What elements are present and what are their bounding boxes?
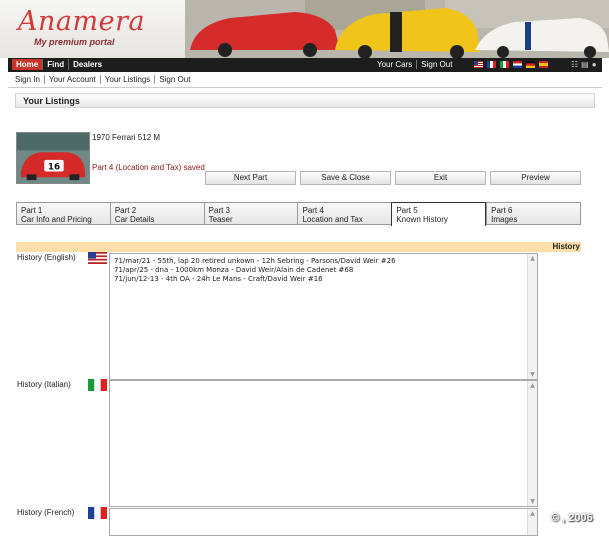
divider [8, 87, 602, 88]
next-part-button[interactable]: Next Part [205, 171, 296, 185]
scrollbar[interactable]: ▲ ▼ [527, 381, 537, 506]
us-flag-icon [88, 252, 107, 264]
tab-part-number: Part 4 [302, 206, 324, 215]
scroll-up-icon[interactable]: ▲ [528, 254, 537, 263]
us-flag-icon[interactable] [474, 61, 483, 68]
history-english-label: History (English) [17, 253, 76, 262]
scroll-down-icon[interactable]: ▼ [528, 370, 537, 379]
preview-button[interactable]: Preview [490, 171, 581, 185]
it-flag-icon [88, 379, 107, 391]
fr-flag-icon[interactable] [487, 61, 496, 68]
copyright: © , 2006 [551, 512, 593, 524]
subnav-sign-out[interactable]: Sign Out [155, 75, 194, 84]
de-flag-icon[interactable] [526, 61, 535, 68]
subnav-your-account[interactable]: Your Account [45, 75, 101, 84]
history-entry: 71/apr/25 - dna - 1000km Monza - David W… [114, 266, 354, 274]
tagline: My premium portal [34, 37, 115, 47]
logo[interactable]: Anamera [18, 6, 145, 37]
scrollbar[interactable]: ▲ ▼ [527, 254, 537, 379]
scroll-up-icon[interactable]: ▲ [528, 509, 537, 518]
tab-label: Car Info and Pricing [21, 215, 92, 224]
nav-dealers[interactable]: Dealers [69, 59, 106, 70]
status-message: Part 4 (Location and Tax) saved [92, 163, 205, 172]
tab-label: Images [491, 215, 518, 224]
history-english-textarea[interactable]: 71/mar/21 - 55th, lap 20 retired unkown … [109, 253, 538, 380]
nav-find[interactable]: Find [43, 59, 70, 70]
tab-label: Location and Tax [302, 215, 363, 224]
print-icon[interactable]: ▤ [581, 60, 589, 69]
sitemap-icon[interactable]: ☷ [571, 60, 578, 69]
history-french-textarea[interactable]: ▲ [109, 508, 538, 536]
top-navigation: Home Find Dealers Your Cars Sign Out ☷ ▤… [8, 58, 602, 72]
tab-part-4[interactable]: Part 4 Location and Tax [297, 202, 392, 225]
exit-button[interactable]: Exit [395, 171, 486, 185]
tab-part-number: Part 5 [396, 206, 418, 215]
tab-label: Known History [396, 215, 448, 224]
history-section-title: History [552, 242, 580, 251]
save-close-button[interactable]: Save & Close [300, 171, 391, 185]
part-tabs: Part 1 Car Info and Pricing Part 2 Car Det… [16, 202, 581, 226]
subnav-your-listings[interactable]: Your Listings [101, 75, 156, 84]
history-french-label: History (French) [17, 508, 75, 517]
fr-flag-icon [88, 507, 107, 519]
tab-label: Car Details [114, 215, 155, 224]
scroll-up-icon[interactable]: ▲ [528, 381, 537, 390]
nav-home[interactable]: Home [12, 59, 44, 70]
history-entry: 71/jun/12-13 - 4th OA - 24h Le Mans - Cr… [114, 275, 323, 283]
nl-flag-icon[interactable] [513, 61, 522, 68]
tab-part-number: Part 6 [491, 206, 513, 215]
nav-your-cars[interactable]: Your Cars [373, 60, 418, 69]
tab-part-2[interactable]: Part 2 Car Details [109, 202, 204, 225]
history-italian-label: History (Italian) [17, 380, 71, 389]
tab-part-number: Part 2 [114, 206, 137, 215]
tab-part-1[interactable]: Part 1 Car Info and Pricing [16, 202, 110, 225]
es-flag-icon[interactable] [539, 61, 548, 68]
history-section-bar: History [16, 242, 581, 252]
banner-cars-image [185, 0, 609, 58]
section-header: Your Listings [15, 93, 595, 108]
tab-part-6[interactable]: Part 6 Images [486, 202, 581, 225]
car-thumbnail: 16 [16, 132, 90, 184]
sub-navigation: Sign In Your Account Your Listings Sign … [15, 75, 194, 84]
tab-label: Teaser [208, 215, 233, 224]
tab-part-number: Part 1 [21, 206, 43, 215]
page-title: Your Listings [23, 96, 80, 106]
tab-part-number: Part 3 [208, 206, 230, 215]
it-flag-icon[interactable] [500, 61, 509, 68]
help-icon[interactable]: ● [592, 60, 597, 69]
svg-text:16: 16 [48, 163, 60, 173]
tab-part-3[interactable]: Part 3 Teaser [203, 202, 298, 225]
history-entry: 71/mar/21 - 55th, lap 20 retired unkown … [114, 257, 396, 265]
history-italian-textarea[interactable]: ▲ ▼ [109, 380, 538, 507]
scroll-down-icon[interactable]: ▼ [528, 497, 537, 506]
header-banner: Anamera My premium portal [0, 0, 609, 58]
scrollbar[interactable]: ▲ [527, 509, 537, 535]
listing-title: 1970 Ferrari 512 M [92, 133, 161, 142]
nav-sign-out[interactable]: Sign Out [417, 60, 456, 69]
subnav-sign-in[interactable]: Sign In [15, 75, 45, 84]
tab-part-5[interactable]: Part 5 Known History [391, 202, 487, 226]
